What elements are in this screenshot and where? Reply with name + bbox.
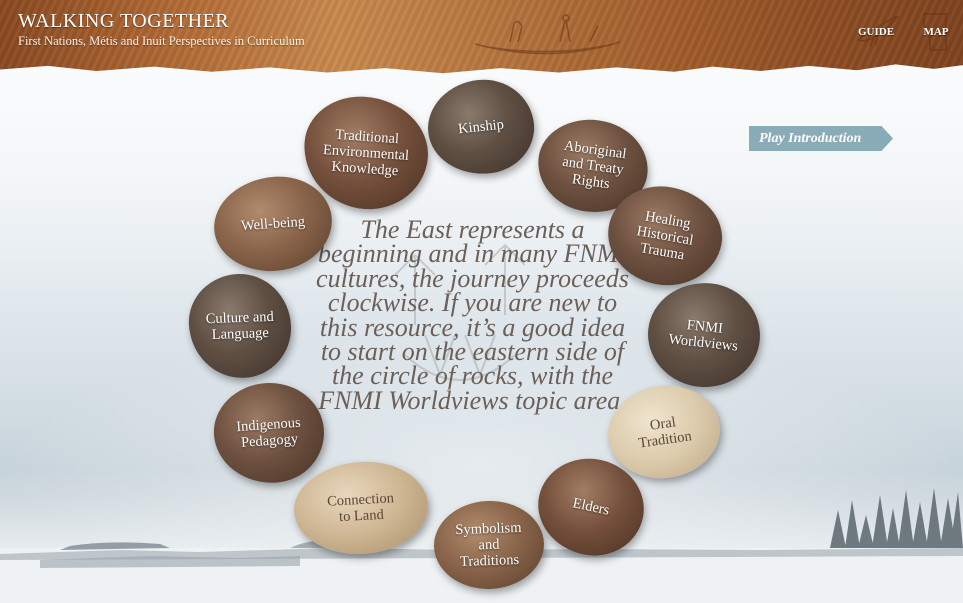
site-subtitle: First Nations, Métis and Inuit Perspecti… <box>18 34 305 48</box>
rock-label: Elders <box>571 495 611 519</box>
rock-label: Connection to Land <box>326 490 395 526</box>
map-label: MAP <box>923 26 949 38</box>
rock-label: Culture and Language <box>205 308 275 343</box>
guide-nav-button[interactable]: GUIDE <box>852 12 900 52</box>
rock-label: Symbolism and Traditions <box>455 519 522 571</box>
center-message: The East represents a beginning and in m… <box>316 215 629 415</box>
site-title[interactable]: WALKING TOGETHER <box>18 10 229 33</box>
rock-label: FNMI Worldviews <box>667 317 739 355</box>
rock-label: Indigenous Pedagogy <box>235 414 302 451</box>
guide-label: GUIDE <box>857 26 895 38</box>
rock-label: Aboriginal and Treaty Rights <box>561 137 628 193</box>
rock-label: Healing Historical Trauma <box>635 208 695 264</box>
map-nav-button[interactable]: MAP <box>916 12 956 52</box>
rock-label: Traditional Environmental Knowledge <box>322 126 410 180</box>
rock-label: Oral Tradition <box>637 414 693 452</box>
rock-label: Well-being <box>240 213 306 235</box>
canoe-petroglyph-icon <box>474 14 621 55</box>
rock-label: Kinship <box>457 116 505 138</box>
play-introduction-button[interactable]: Play Introduction <box>749 126 893 151</box>
